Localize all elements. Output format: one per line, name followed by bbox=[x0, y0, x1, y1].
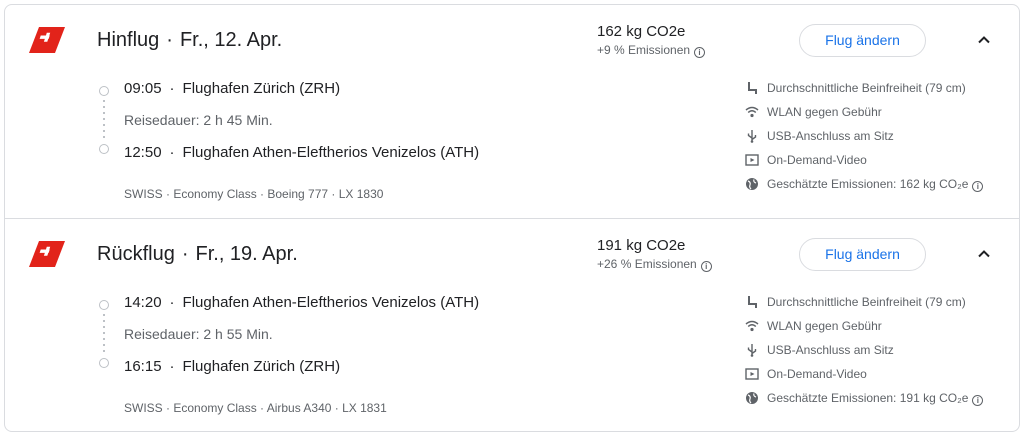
amenity-legroom: Durchschnittliche Beinfreiheit (79 cm) bbox=[745, 78, 1017, 102]
legroom-icon bbox=[748, 82, 757, 94]
amenity-legroom: Durchschnittliche Beinfreiheit (79 cm) bbox=[745, 292, 1017, 316]
flight-details-card: Hinflug · Fr., 12. Apr. 162 kg CO2e +9 % E… bbox=[4, 4, 1020, 432]
emissions-delta: +9 % Emissionen i bbox=[597, 43, 706, 58]
arrival-separator: · bbox=[169, 144, 175, 161]
outbound-segment: Hinflug · Fr., 12. Apr. 162 kg CO2e +9 % E… bbox=[5, 5, 1019, 218]
wifi-icon bbox=[745, 106, 759, 118]
amenity-label: Geschätzte Emissionen: 162 kg CO₂e i bbox=[767, 177, 984, 192]
emissions-label: +9 % Emissionen bbox=[597, 43, 691, 57]
co2-value: 191 kg CO2e bbox=[597, 237, 686, 254]
segment-title: Rückflug · Fr., 19. Apr. bbox=[97, 243, 298, 266]
usb-icon bbox=[747, 344, 757, 357]
info-icon[interactable]: i bbox=[694, 47, 706, 58]
amenity-video: On-Demand-Video bbox=[745, 364, 1017, 388]
route-timeline bbox=[97, 86, 111, 154]
title-separator: · bbox=[181, 243, 189, 265]
globe-icon bbox=[746, 392, 758, 404]
arrival-airport: Flughafen Zürich (ZRH) bbox=[182, 358, 341, 375]
arrival-separator: · bbox=[169, 358, 175, 375]
flight-meta: SWISS · Economy Class · Airbus A340 · LX… bbox=[124, 401, 387, 415]
swiss-logo-icon bbox=[29, 241, 65, 267]
title-separator: · bbox=[166, 29, 173, 51]
amenity-video: On-Demand-Video bbox=[745, 150, 1017, 174]
departure-row: 09:05 · Flughafen Zürich (ZRH) bbox=[124, 80, 340, 97]
amenity-emissions: Geschätzte Emissionen: 191 kg CO₂e i bbox=[745, 388, 1017, 412]
amenity-emissions-text: Geschätzte Emissionen: 191 kg CO₂e bbox=[767, 391, 969, 405]
legroom-icon bbox=[748, 296, 757, 308]
departure-separator: · bbox=[169, 294, 175, 311]
chevron-up-icon[interactable] bbox=[975, 245, 993, 263]
info-icon[interactable]: i bbox=[972, 181, 984, 192]
emissions-label: +26 % Emissionen bbox=[597, 257, 697, 271]
arrival-dot bbox=[99, 144, 109, 154]
amenity-usb: USB-Anschluss am Sitz bbox=[745, 126, 1017, 150]
departure-airport: Flughafen Athen-Eleftherios Venizelos (A… bbox=[182, 294, 480, 311]
amenity-wifi: WLAN gegen Gebühr bbox=[745, 316, 1017, 340]
segment-title: Hinflug · Fr., 12. Apr. bbox=[97, 29, 282, 52]
amenity-label: On-Demand-Video bbox=[767, 153, 867, 167]
amenity-emissions-text: Geschätzte Emissionen: 162 kg CO₂e bbox=[767, 177, 969, 191]
globe-icon bbox=[746, 178, 758, 190]
route-timeline bbox=[97, 300, 111, 368]
amenity-usb: USB-Anschluss am Sitz bbox=[745, 340, 1017, 364]
amenity-label: Durchschnittliche Beinfreiheit (79 cm) bbox=[767, 81, 966, 95]
amenity-label: Durchschnittliche Beinfreiheit (79 cm) bbox=[767, 295, 966, 309]
amenity-label: Geschätzte Emissionen: 191 kg CO₂e i bbox=[767, 391, 984, 406]
usb-icon bbox=[747, 130, 757, 143]
travel-duration: Reisedauer: 2 h 55 Min. bbox=[124, 326, 273, 342]
flight-meta: SWISS · Economy Class · Boeing 777 · LX … bbox=[124, 187, 384, 201]
amenity-label: WLAN gegen Gebühr bbox=[767, 105, 882, 119]
segment-direction: Rückflug bbox=[97, 243, 175, 265]
timeline-dots bbox=[103, 100, 105, 140]
co2-value: 162 kg CO2e bbox=[597, 23, 686, 40]
amenity-label: USB-Anschluss am Sitz bbox=[767, 343, 894, 357]
change-flight-button[interactable]: Flug ändern bbox=[799, 24, 926, 57]
timeline-dots bbox=[103, 314, 105, 354]
departure-dot bbox=[99, 300, 109, 310]
arrival-row: 12:50 · Flughafen Athen-Eleftherios Venize… bbox=[124, 144, 479, 161]
departure-airport: Flughafen Zürich (ZRH) bbox=[182, 80, 341, 97]
info-icon[interactable]: i bbox=[972, 395, 984, 406]
arrival-row: 16:15 · Flughafen Zürich (ZRH) bbox=[124, 358, 340, 375]
amenity-label: USB-Anschluss am Sitz bbox=[767, 129, 894, 143]
arrival-time: 16:15 bbox=[124, 358, 162, 375]
video-icon bbox=[745, 154, 759, 166]
segment-date: Fr., 19. Apr. bbox=[195, 243, 298, 265]
info-icon[interactable]: i bbox=[700, 261, 712, 272]
amenities-list: Durchschnittliche Beinfreiheit (79 cm) W… bbox=[745, 78, 1017, 198]
departure-time: 14:20 bbox=[124, 294, 162, 311]
video-icon bbox=[745, 368, 759, 380]
change-flight-button[interactable]: Flug ändern bbox=[799, 238, 926, 271]
arrival-dot bbox=[99, 358, 109, 368]
emissions-delta: +26 % Emissionen i bbox=[597, 257, 712, 272]
chevron-up-icon[interactable] bbox=[975, 31, 993, 49]
departure-dot bbox=[99, 86, 109, 96]
amenity-wifi: WLAN gegen Gebühr bbox=[745, 102, 1017, 126]
amenities-list: Durchschnittliche Beinfreiheit (79 cm) W… bbox=[745, 292, 1017, 412]
amenity-label: WLAN gegen Gebühr bbox=[767, 319, 882, 333]
arrival-time: 12:50 bbox=[124, 144, 162, 161]
segment-direction: Hinflug bbox=[97, 29, 160, 51]
departure-time: 09:05 bbox=[124, 80, 162, 97]
segment-date: Fr., 12. Apr. bbox=[179, 29, 283, 51]
amenity-label: On-Demand-Video bbox=[767, 367, 867, 381]
swiss-logo-icon bbox=[29, 27, 65, 53]
departure-row: 14:20 · Flughafen Athen-Eleftherios Venize… bbox=[124, 294, 479, 311]
amenity-emissions: Geschätzte Emissionen: 162 kg CO₂e i bbox=[745, 174, 1017, 198]
return-segment: Rückflug · Fr., 19. Apr. 191 kg CO2e +26 %… bbox=[5, 219, 1019, 431]
arrival-airport: Flughafen Athen-Eleftherios Venizelos (A… bbox=[182, 144, 480, 161]
wifi-icon bbox=[745, 320, 759, 332]
departure-separator: · bbox=[169, 80, 175, 97]
travel-duration: Reisedauer: 2 h 45 Min. bbox=[124, 112, 273, 128]
